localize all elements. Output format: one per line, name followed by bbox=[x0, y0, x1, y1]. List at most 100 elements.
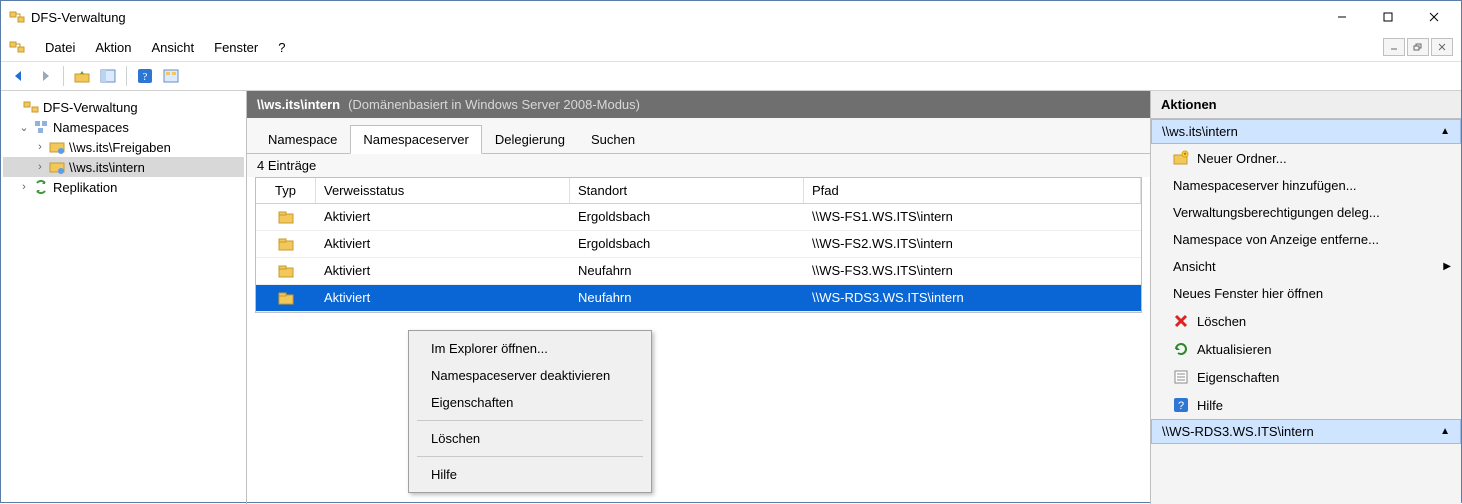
row-status: Aktiviert bbox=[316, 231, 570, 257]
tree-root[interactable]: DFS-Verwaltung bbox=[3, 97, 244, 117]
ctx-help[interactable]: Hilfe bbox=[411, 461, 649, 488]
row-standort: Ergoldsbach bbox=[570, 204, 804, 230]
expander-icon[interactable]: › bbox=[33, 161, 47, 173]
action-refresh[interactable]: Aktualisieren bbox=[1151, 335, 1461, 363]
table-row[interactable]: Aktiviert Neufahrn \\WS-FS3.WS.ITS\inter… bbox=[256, 258, 1141, 285]
action-delegate[interactable]: Verwaltungsberechtigungen deleg... bbox=[1151, 199, 1461, 226]
action-label: Ansicht bbox=[1173, 259, 1216, 274]
tree-label: \\ws.its\intern bbox=[69, 160, 145, 175]
tree-label: \\ws.its\Freigaben bbox=[69, 140, 171, 155]
mdi-close-button[interactable] bbox=[1431, 38, 1453, 56]
new-folder-icon: ✦ bbox=[1173, 150, 1189, 166]
action-label: Namespaceserver hinzufügen... bbox=[1173, 178, 1357, 193]
menu-aktion[interactable]: Aktion bbox=[85, 36, 141, 59]
maximize-button[interactable] bbox=[1365, 2, 1411, 32]
expander-icon[interactable]: › bbox=[17, 181, 31, 193]
tree-label: DFS-Verwaltung bbox=[43, 100, 138, 115]
action-label: Hilfe bbox=[1197, 398, 1223, 413]
submenu-icon: ▶ bbox=[1443, 261, 1451, 272]
action-ansicht[interactable]: Ansicht ▶ bbox=[1151, 253, 1461, 280]
actions-section-intern[interactable]: \\ws.its\intern ▲ bbox=[1151, 119, 1461, 144]
action-label: Aktualisieren bbox=[1197, 342, 1271, 357]
row-pfad: \\WS-FS2.WS.ITS\intern bbox=[804, 231, 1141, 257]
col-standort[interactable]: Standort bbox=[570, 178, 804, 203]
action-label: Namespace von Anzeige entferne... bbox=[1173, 232, 1379, 247]
center-pane: \\ws.its\intern (Domänenbasiert in Windo… bbox=[247, 91, 1151, 504]
tree-ns-freigaben[interactable]: › \\ws.its\Freigaben bbox=[3, 137, 244, 157]
col-status[interactable]: Verweisstatus bbox=[316, 178, 570, 203]
actions-section-rds3[interactable]: \\WS-RDS3.WS.ITS\intern ▲ bbox=[1151, 419, 1461, 444]
ctx-delete[interactable]: Löschen bbox=[411, 425, 649, 452]
help-button[interactable]: ? bbox=[133, 64, 157, 88]
row-pfad: \\WS-FS3.WS.ITS\intern bbox=[804, 258, 1141, 284]
table-row[interactable]: Aktiviert Ergoldsbach \\WS-FS1.WS.ITS\in… bbox=[256, 204, 1141, 231]
action-new-folder[interactable]: ✦ Neuer Ordner... bbox=[1151, 144, 1461, 172]
refresh-icon bbox=[1173, 341, 1189, 357]
menu-ansicht[interactable]: Ansicht bbox=[142, 36, 205, 59]
action-properties[interactable]: Eigenschaften bbox=[1151, 363, 1461, 391]
svg-text:?: ? bbox=[143, 71, 148, 83]
action-label: Verwaltungsberechtigungen deleg... bbox=[1173, 205, 1380, 220]
menu-fenster[interactable]: Fenster bbox=[204, 36, 268, 59]
row-type-icon bbox=[256, 258, 316, 284]
table-row[interactable]: Aktiviert Ergoldsbach \\WS-FS2.WS.ITS\in… bbox=[256, 231, 1141, 258]
titlebar: DFS-Verwaltung bbox=[1, 1, 1461, 33]
action-delete[interactable]: Löschen bbox=[1151, 307, 1461, 335]
expander-icon[interactable]: ⌄ bbox=[17, 121, 31, 134]
namespace-icon bbox=[49, 139, 65, 155]
ctx-deactivate[interactable]: Namespaceserver deaktivieren bbox=[411, 362, 649, 389]
row-status: Aktiviert bbox=[316, 204, 570, 230]
row-pfad: \\WS-FS1.WS.ITS\intern bbox=[804, 204, 1141, 230]
app-icon bbox=[9, 9, 25, 25]
tab-suchen[interactable]: Suchen bbox=[578, 125, 648, 154]
namespace-icon bbox=[49, 159, 65, 175]
actions-section-label: \\ws.its\intern bbox=[1162, 124, 1238, 139]
svg-text:✦: ✦ bbox=[1182, 151, 1187, 158]
toolbar: ? bbox=[1, 61, 1461, 91]
ctx-properties[interactable]: Eigenschaften bbox=[411, 389, 649, 416]
grid: Typ Verweisstatus Standort Pfad Aktivier… bbox=[255, 177, 1142, 313]
properties-icon bbox=[1173, 369, 1189, 385]
col-pfad[interactable]: Pfad bbox=[804, 178, 1141, 203]
forward-button[interactable] bbox=[33, 64, 57, 88]
close-button[interactable] bbox=[1411, 2, 1457, 32]
menubar: Datei Aktion Ansicht Fenster ? bbox=[1, 33, 1461, 61]
tree-pane: DFS-Verwaltung ⌄ Namespaces › \\ws.its\F… bbox=[1, 91, 247, 504]
show-hide-tree-button[interactable] bbox=[96, 64, 120, 88]
action-new-window[interactable]: Neues Fenster hier öffnen bbox=[1151, 280, 1461, 307]
mdi-minimize-button[interactable] bbox=[1383, 38, 1405, 56]
action-help[interactable]: ? Hilfe bbox=[1151, 391, 1461, 419]
up-button[interactable] bbox=[70, 64, 94, 88]
action-add-ns-server[interactable]: Namespaceserver hinzufügen... bbox=[1151, 172, 1461, 199]
options-button[interactable] bbox=[159, 64, 183, 88]
delete-icon bbox=[1173, 313, 1189, 329]
expander-icon[interactable]: › bbox=[33, 141, 47, 153]
menu-datei[interactable]: Datei bbox=[35, 36, 85, 59]
action-label: Neues Fenster hier öffnen bbox=[1173, 286, 1323, 301]
row-type-icon bbox=[256, 285, 316, 311]
tab-namespaceserver[interactable]: Namespaceserver bbox=[350, 125, 482, 154]
col-typ[interactable]: Typ bbox=[256, 178, 316, 203]
collapse-icon: ▲ bbox=[1440, 126, 1450, 137]
menu-hilfe[interactable]: ? bbox=[268, 36, 295, 59]
action-label: Neuer Ordner... bbox=[1197, 151, 1287, 166]
tree-ns-intern[interactable]: › \\ws.its\intern bbox=[3, 157, 244, 177]
mdi-controls bbox=[1383, 38, 1453, 56]
tree-namespaces[interactable]: ⌄ Namespaces bbox=[3, 117, 244, 137]
ctx-open-explorer[interactable]: Im Explorer öffnen... bbox=[411, 335, 649, 362]
actions-title: Aktionen bbox=[1151, 91, 1461, 119]
ctx-separator bbox=[417, 420, 643, 421]
mdi-restore-button[interactable] bbox=[1407, 38, 1429, 56]
grid-header: Typ Verweisstatus Standort Pfad bbox=[256, 178, 1141, 204]
tree-replikation[interactable]: › Replikation bbox=[3, 177, 244, 197]
toolbar-separator bbox=[63, 66, 64, 86]
row-type-icon bbox=[256, 204, 316, 230]
tab-namespace[interactable]: Namespace bbox=[255, 125, 350, 154]
back-button[interactable] bbox=[7, 64, 31, 88]
minimize-button[interactable] bbox=[1319, 2, 1365, 32]
actions-pane: Aktionen \\ws.its\intern ▲ ✦ Neuer Ordne… bbox=[1151, 91, 1461, 504]
tab-delegierung[interactable]: Delegierung bbox=[482, 125, 578, 154]
replication-icon bbox=[33, 179, 49, 195]
table-row[interactable]: Aktiviert Neufahrn \\WS-RDS3.WS.ITS\inte… bbox=[256, 285, 1141, 312]
action-remove-ns[interactable]: Namespace von Anzeige entferne... bbox=[1151, 226, 1461, 253]
